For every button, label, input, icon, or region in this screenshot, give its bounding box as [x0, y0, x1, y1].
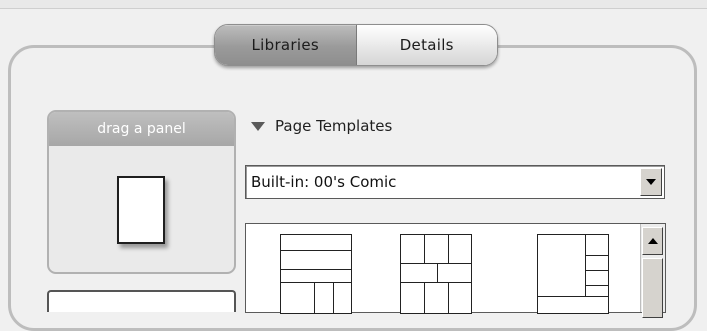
- lower-panel-box: [47, 290, 236, 312]
- drag-panel-label: drag a panel: [49, 112, 234, 146]
- drag-panel-box[interactable]: drag a panel: [47, 110, 236, 274]
- template-thumbnail[interactable]: [280, 234, 352, 314]
- template-scrollbar[interactable]: [640, 224, 665, 318]
- scroll-thumb[interactable]: [642, 258, 663, 318]
- panel-thumbnail[interactable]: [117, 176, 165, 244]
- template-thumbnail[interactable]: [400, 234, 472, 314]
- tab-details[interactable]: Details: [356, 25, 497, 65]
- template-thumbnail[interactable]: [537, 234, 609, 314]
- tab-bar: Libraries Details: [214, 24, 498, 66]
- scroll-up-arrow-icon: [647, 238, 658, 244]
- tab-libraries[interactable]: Libraries: [215, 25, 357, 65]
- page-templates-header[interactable]: Page Templates: [251, 117, 392, 135]
- dropdown-button[interactable]: [640, 168, 662, 196]
- triangle-down-icon[interactable]: [251, 121, 265, 131]
- scroll-up-button[interactable]: [642, 227, 663, 255]
- top-edge-strip: [0, 0, 707, 9]
- template-set-value: Built-in: 00's Comic: [251, 173, 397, 191]
- page-templates-label: Page Templates: [275, 117, 393, 135]
- template-set-select[interactable]: Built-in: 00's Comic: [245, 165, 665, 199]
- dropdown-arrow-icon: [646, 179, 656, 185]
